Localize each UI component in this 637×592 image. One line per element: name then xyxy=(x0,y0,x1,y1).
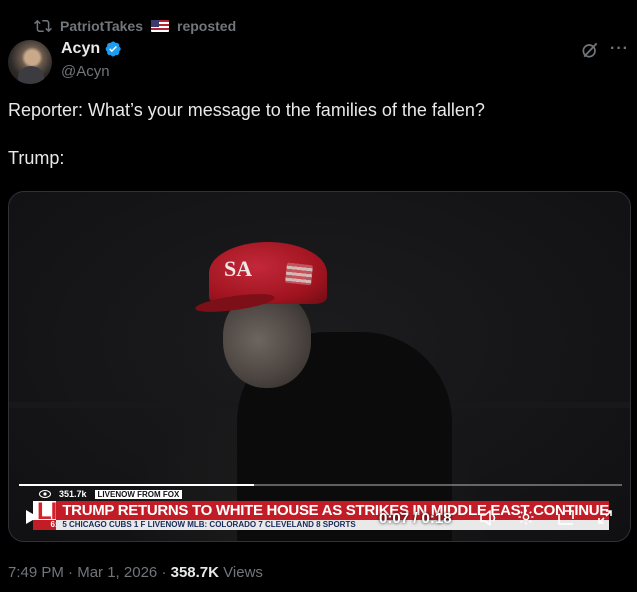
post-date[interactable]: Mar 1, 2026 xyxy=(77,564,157,581)
meta-separator: · xyxy=(68,564,74,581)
play-icon[interactable] xyxy=(25,509,39,525)
repost-header[interactable]: PatriotTakes reposted xyxy=(34,16,236,36)
post-time[interactable]: 7:49 PM xyxy=(8,564,64,581)
repost-icon xyxy=(34,19,52,33)
avatar[interactable] xyxy=(8,40,52,84)
verified-badge-icon xyxy=(105,41,121,57)
cap-flag-patch xyxy=(285,262,313,286)
settings-gear-icon[interactable] xyxy=(517,508,535,526)
views-count: 358.7K xyxy=(170,564,219,581)
tweet-line-reporter: Reporter: What’s your message to the fam… xyxy=(8,100,485,120)
more-options-icon[interactable]: ··· xyxy=(610,41,629,57)
video-progress-fill xyxy=(19,484,254,486)
livenow-tag: LIVENOW FROM FOX xyxy=(94,489,183,499)
grok-icon[interactable] xyxy=(580,40,600,60)
picture-in-picture-icon[interactable] xyxy=(557,509,575,526)
video-progress-bar[interactable] xyxy=(19,484,622,486)
tweet-text: Reporter: What’s your message to the fam… xyxy=(8,98,628,170)
video-player[interactable]: SA 351.7k LIVENOW FROM FOX LIV 6:13 PM C… xyxy=(8,191,631,542)
video-time: 0:07 / 0:18 xyxy=(379,510,452,527)
eye-icon xyxy=(39,490,51,498)
reposted-label: reposted xyxy=(177,18,237,34)
author-display-name[interactable]: Acyn xyxy=(61,40,100,58)
volume-muted-icon[interactable] xyxy=(479,509,499,527)
author-name-row[interactable]: Acyn xyxy=(61,40,122,58)
fullscreen-icon[interactable] xyxy=(597,509,613,525)
cap-lettering: SA xyxy=(224,256,253,281)
tweet-line-trump: Trump: xyxy=(8,148,65,168)
meta-separator-2: · xyxy=(161,564,167,581)
views-label: Views xyxy=(223,564,263,581)
us-flag-icon xyxy=(151,20,169,32)
reposter-name[interactable]: PatriotTakes xyxy=(60,18,143,34)
author-handle[interactable]: @Acyn xyxy=(61,63,110,80)
tweet-meta: 7:49 PM · Mar 1, 2026 · 358.7K Views xyxy=(8,564,263,581)
